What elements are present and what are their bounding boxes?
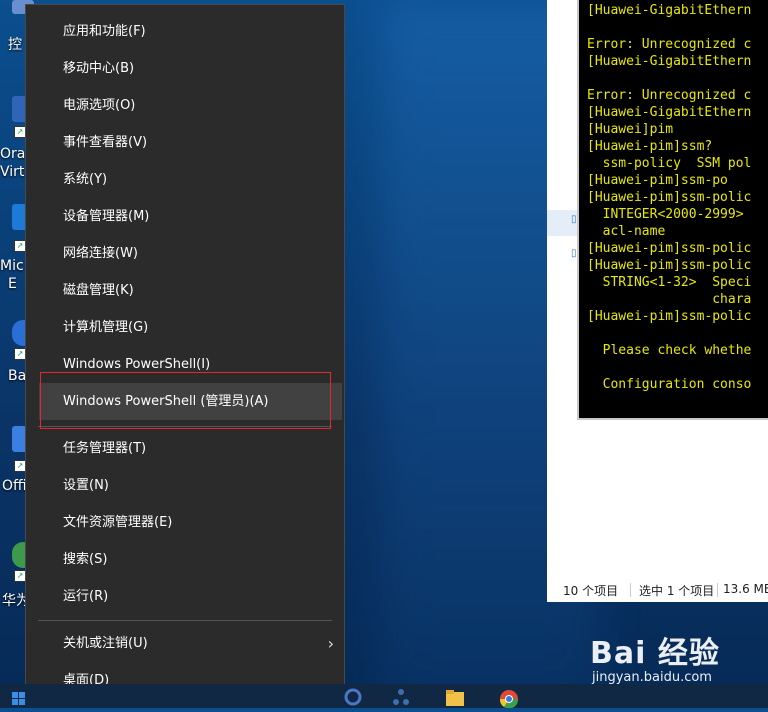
chrome-taskbar-icon[interactable] bbox=[498, 686, 520, 709]
menu-separator bbox=[38, 620, 332, 621]
watermark-logo: Bai 经验 bbox=[590, 636, 720, 671]
menu-item-search[interactable]: 搜索(S) bbox=[26, 541, 344, 578]
terminal-line: [Huawei-GigabitEthern bbox=[587, 54, 752, 69]
terminal-line: INTEGER<2000-2999> bbox=[587, 207, 744, 222]
virtualbox-taskbar-icon[interactable] bbox=[342, 686, 364, 708]
file-explorer-taskbar-icon[interactable] bbox=[444, 686, 466, 708]
status-separator bbox=[630, 583, 631, 597]
status-selected-size: 13.6 MB bbox=[723, 582, 768, 596]
terminal-line: Configuration conso bbox=[587, 377, 752, 392]
desktop-icon-label: Ora bbox=[0, 146, 26, 162]
terminal-line: acl-name bbox=[587, 224, 666, 239]
menu-item-settings[interactable]: 设置(N) bbox=[26, 467, 344, 504]
menu-item-label: 关机或注销(U) bbox=[63, 636, 148, 651]
terminal-line: Error: Unrecognized c bbox=[587, 37, 752, 52]
status-item-count: 10 个项目 bbox=[563, 584, 619, 598]
terminal-line: [Huawei-pim]ssm-polic bbox=[587, 190, 752, 205]
network-taskbar-icon[interactable] bbox=[390, 686, 412, 708]
terminal-line: [Huawei-pim]ssm-polic bbox=[587, 309, 752, 324]
menu-item-run[interactable]: 运行(R) bbox=[26, 578, 344, 615]
menu-item-shutdown-signout[interactable]: 关机或注销(U) › bbox=[26, 625, 344, 662]
baidu-jingyan-watermark: Bai 经验 jingyan.baidu.com bbox=[590, 628, 720, 685]
terminal-window[interactable]: [Huawei-GigabitEthern Error: Unrecognized… bbox=[577, 0, 768, 420]
winx-context-menu: 应用和功能(F) 移动中心(B) 电源选项(O) 事件查看器(V) 系统(Y) … bbox=[25, 4, 345, 708]
desktop-icon-label: Ba bbox=[8, 368, 27, 384]
highlight-annotation-box bbox=[40, 372, 331, 429]
explorer-row-icon: ▯ bbox=[571, 214, 577, 225]
menu-item-task-manager[interactable]: 任务管理器(T) bbox=[26, 430, 344, 467]
status-separator bbox=[717, 583, 718, 597]
menu-item-mobility-center[interactable]: 移动中心(B) bbox=[26, 50, 344, 87]
terminal-line: [Huawei-pim]ssm-polic bbox=[587, 258, 752, 273]
chevron-right-icon: › bbox=[327, 634, 334, 653]
menu-item-file-explorer[interactable]: 文件资源管理器(E) bbox=[26, 504, 344, 541]
menu-item-apps-features[interactable]: 应用和功能(F) bbox=[26, 13, 344, 50]
menu-item-computer-management[interactable]: 计算机管理(G) bbox=[26, 309, 344, 346]
menu-item-disk-management[interactable]: 磁盘管理(K) bbox=[26, 272, 344, 309]
status-selected-count: 选中 1 个项目 bbox=[639, 584, 715, 598]
terminal-line: [Huawei-pim]ssm-polic bbox=[587, 241, 752, 256]
menu-item-power-options[interactable]: 电源选项(O) bbox=[26, 87, 344, 124]
terminal-line: [Huawei-pim]ssm? bbox=[587, 139, 713, 154]
terminal-line: ssm-policy SSM pol bbox=[587, 156, 752, 171]
terminal-line: STRING<1-32> Speci bbox=[587, 275, 752, 290]
menu-item-device-manager[interactable]: 设备管理器(M) bbox=[26, 198, 344, 235]
terminal-line: [Huawei-pim]ssm-po bbox=[587, 173, 728, 188]
desktop-icon-label: Mic bbox=[0, 258, 24, 274]
explorer-status-bar: 10 个项目 选中 1 个项目 13.6 MB bbox=[547, 578, 768, 602]
desktop-icon-label: 控 bbox=[8, 37, 22, 53]
desktop-icon-label-line2: E bbox=[8, 276, 17, 292]
terminal-line: [Huawei-GigabitEthern bbox=[587, 3, 752, 18]
terminal-output: [Huawei-GigabitEthern Error: Unrecognized… bbox=[579, 0, 768, 393]
explorer-row-icon: ▯ bbox=[571, 248, 577, 259]
terminal-line: [Huawei]pim bbox=[587, 122, 674, 137]
terminal-line: Error: Unrecognized c bbox=[587, 88, 752, 103]
start-icon[interactable] bbox=[8, 686, 30, 708]
terminal-line: chara bbox=[587, 292, 752, 307]
terminal-line: Please check whethe bbox=[587, 343, 752, 358]
desktop-icon-label-line2: Virt bbox=[0, 164, 25, 180]
desktop-icon-label: Offi bbox=[2, 478, 27, 494]
menu-item-event-viewer[interactable]: 事件查看器(V) bbox=[26, 124, 344, 161]
terminal-line: [Huawei-GigabitEthern bbox=[587, 105, 752, 120]
menu-item-system[interactable]: 系统(Y) bbox=[26, 161, 344, 198]
taskbar bbox=[0, 684, 768, 709]
menu-item-network-connections[interactable]: 网络连接(W) bbox=[26, 235, 344, 272]
watermark-url: jingyan.baidu.com bbox=[592, 670, 712, 685]
